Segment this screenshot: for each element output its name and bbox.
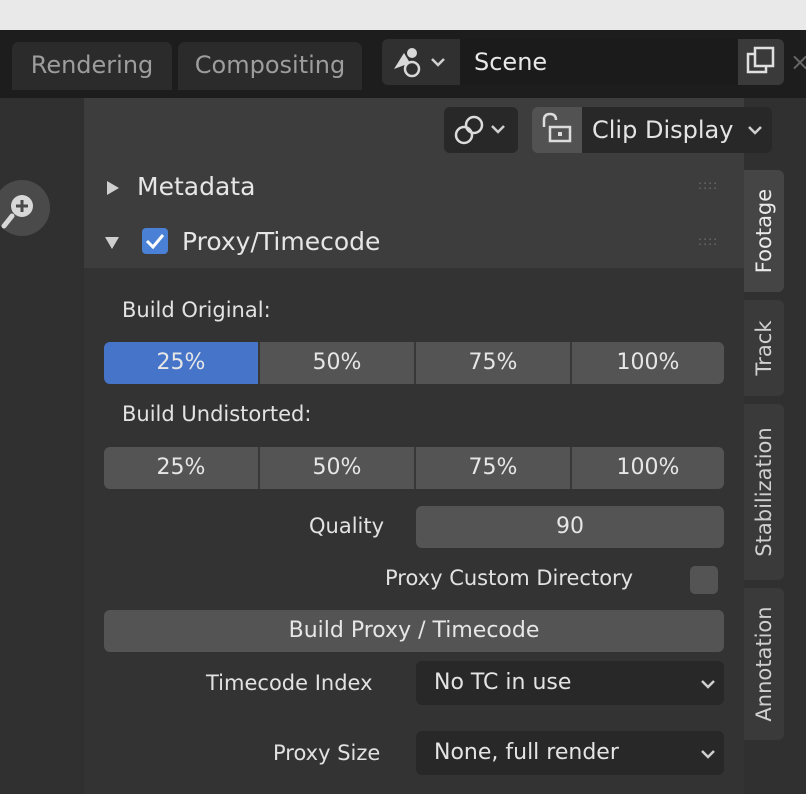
build-undistorted-50[interactable]: 50% xyxy=(258,447,414,489)
timecode-index-label: Timecode Index xyxy=(206,671,373,695)
sidebar-tab-stabilization-label: Stabilization xyxy=(752,427,776,557)
zoom-in-icon xyxy=(0,180,50,236)
tab-compositing[interactable]: Compositing xyxy=(178,42,362,90)
quality-value: 90 xyxy=(556,514,584,539)
build-proxy-label: Build Proxy / Timecode xyxy=(288,618,540,643)
drag-handle-icon[interactable]: :::: xyxy=(698,234,718,248)
clip-display-label: Clip Display xyxy=(592,116,734,144)
build-undistorted-options: 25% 50% 75% 100% xyxy=(104,447,724,489)
build-original-50[interactable]: 50% xyxy=(258,342,414,384)
sidebar-tab-annotation-label: Annotation xyxy=(752,606,776,722)
sidebar-tab-track[interactable]: Track xyxy=(744,300,784,396)
sidebar-tab-annotation[interactable]: Annotation xyxy=(744,588,784,740)
chevron-down-icon xyxy=(701,680,715,689)
proxy-size-label: Proxy Size xyxy=(273,741,381,765)
sidebar-tab-footage-label: Footage xyxy=(752,188,776,274)
scene-name-field[interactable]: Scene xyxy=(460,39,738,85)
sidebar-tab-track-label: Track xyxy=(752,320,776,376)
workspace-header: Rendering Compositing Scene × xyxy=(0,30,806,98)
build-original-100[interactable]: 100% xyxy=(570,342,724,384)
timecode-index-dropdown[interactable]: No TC in use xyxy=(416,661,724,705)
build-original-75[interactable]: 75% xyxy=(414,342,570,384)
proxy-size-dropdown[interactable]: None, full render xyxy=(416,731,724,775)
build-proxy-button[interactable]: Build Proxy / Timecode xyxy=(104,610,724,652)
unlock-icon xyxy=(542,112,572,143)
close-icon[interactable]: × xyxy=(790,48,806,76)
link-dropdown[interactable] xyxy=(444,107,518,153)
disclosure-down-icon xyxy=(105,237,119,249)
custom-directory-label: Proxy Custom Directory xyxy=(385,566,634,590)
link-icon xyxy=(454,115,505,145)
sidebar-tab-footage[interactable]: Footage xyxy=(744,170,784,292)
proxy-enable-checkbox[interactable] xyxy=(142,228,168,254)
disclosure-right-icon xyxy=(107,181,119,195)
chevron-down-icon xyxy=(701,750,715,759)
clip-display-dropdown[interactable]: Clip Display xyxy=(582,107,772,153)
scene-type-dropdown[interactable] xyxy=(382,39,460,85)
new-scene-button[interactable] xyxy=(738,39,784,85)
tab-rendering-label: Rendering xyxy=(30,51,154,79)
build-original-options: 25% 50% 75% 100% xyxy=(104,342,724,384)
build-undistorted-100[interactable]: 100% xyxy=(570,447,724,489)
proxy-size-value: None, full render xyxy=(434,740,619,765)
quality-field[interactable]: 90 xyxy=(416,506,724,548)
sidebar-tab-stabilization[interactable]: Stabilization xyxy=(744,404,784,580)
zoom-gizmo[interactable] xyxy=(0,180,52,238)
proxy-panel-header[interactable]: Proxy/Timecode :::: xyxy=(104,226,724,260)
chevron-down-icon xyxy=(491,125,505,134)
quality-label: Quality xyxy=(309,514,385,538)
tab-rendering[interactable]: Rendering xyxy=(12,42,172,90)
chevron-down-icon xyxy=(748,126,762,135)
metadata-title: Metadata xyxy=(137,172,256,201)
custom-directory-checkbox[interactable] xyxy=(690,566,718,594)
build-undistorted-75[interactable]: 75% xyxy=(414,447,570,489)
build-undistorted-label: Build Undistorted: xyxy=(122,402,312,426)
proxy-title: Proxy/Timecode xyxy=(182,227,381,256)
copy-icon xyxy=(746,46,775,74)
drag-handle-icon[interactable]: :::: xyxy=(698,178,718,192)
lock-toggle[interactable] xyxy=(532,107,582,153)
scene-name: Scene xyxy=(474,48,548,76)
checkmark-icon xyxy=(145,234,165,250)
tab-compositing-label: Compositing xyxy=(194,51,346,79)
build-undistorted-25[interactable]: 25% xyxy=(104,447,258,489)
build-original-25[interactable]: 25% xyxy=(104,342,258,384)
scene-icon xyxy=(394,48,445,78)
build-original-label: Build Original: xyxy=(122,298,271,322)
metadata-panel-header[interactable]: Metadata :::: xyxy=(104,172,724,204)
chevron-down-icon xyxy=(431,58,445,67)
timecode-index-value: No TC in use xyxy=(434,670,572,695)
